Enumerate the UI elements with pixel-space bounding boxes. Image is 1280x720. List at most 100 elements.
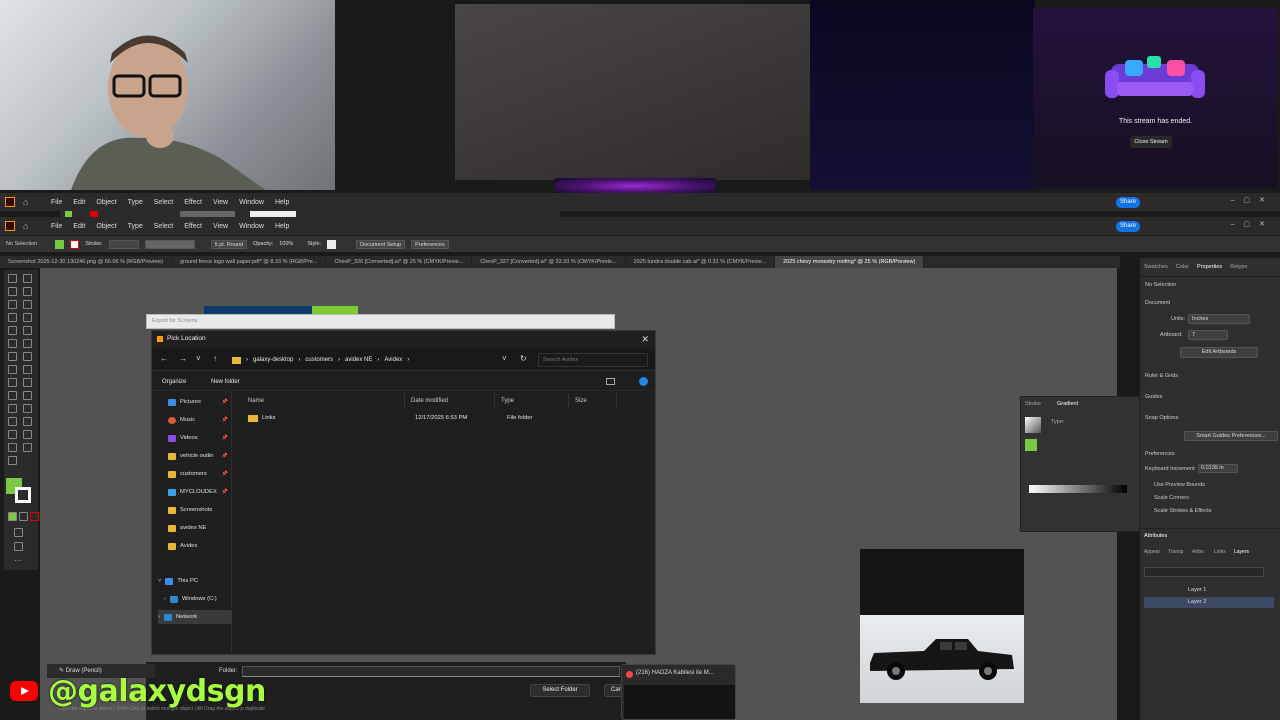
eyedropper-tool-icon[interactable]	[23, 404, 32, 413]
menu-file[interactable]: File	[51, 223, 62, 230]
organize-button[interactable]: Organize	[162, 379, 186, 385]
edit-artboards-button[interactable]: Edit Artboards	[1180, 347, 1258, 358]
up-arrow-icon[interactable]: ↑	[213, 354, 217, 363]
share-button[interactable]: Share	[1116, 197, 1140, 208]
tab-transparency[interactable]: Transp	[1168, 549, 1183, 555]
line-tool-icon[interactable]	[23, 313, 32, 322]
layer-row[interactable]: Layer 1	[1144, 585, 1274, 596]
menu-select[interactable]: Select	[154, 223, 173, 230]
folder-input[interactable]	[242, 666, 620, 677]
layer-row-selected[interactable]: Layer 2	[1144, 597, 1274, 608]
rectangle-tool-icon[interactable]	[8, 326, 17, 335]
width-tool-icon[interactable]	[23, 365, 32, 374]
close-stream-button[interactable]: Close Stream	[1130, 136, 1172, 148]
pen-tool-icon[interactable]	[8, 300, 17, 309]
tab-properties[interactable]: Properties	[1197, 264, 1222, 270]
gradient-fill-icon[interactable]	[1025, 439, 1037, 451]
nav-item-mycloudex[interactable]: MYCLOUDEX 📌	[168, 485, 230, 499]
expand-chevron-icon[interactable]: ›	[158, 614, 160, 620]
column-type[interactable]: Type	[495, 393, 569, 409]
paintbrush-tool-icon[interactable]	[23, 326, 32, 335]
smart-guides-button[interactable]: Smart Guides Preferences...	[1184, 431, 1278, 441]
menu-edit[interactable]: Edit	[73, 223, 85, 230]
document-tab[interactable]: 2025 tundra double cab.ai* @ 0.31 % (CMY…	[626, 256, 776, 268]
variable-width-profile[interactable]	[144, 239, 195, 249]
breadcrumb-item[interactable]: customers	[305, 357, 333, 363]
column-size[interactable]: Size	[569, 393, 617, 409]
scale-tool-icon[interactable]	[8, 365, 17, 374]
zoom-tool-icon[interactable]	[8, 456, 17, 465]
nav-item-screenshots[interactable]: Screenshots	[168, 503, 230, 517]
forward-arrow-icon[interactable]: →	[179, 354, 187, 363]
stroke-weight-field[interactable]	[108, 239, 139, 249]
tab-artboards[interactable]: Artbo	[1192, 549, 1204, 555]
preferences-button[interactable]: Preferences	[411, 239, 449, 249]
pencil-tool-icon[interactable]	[23, 339, 32, 348]
select-folder-button[interactable]: Select Folder	[530, 684, 590, 697]
nav-item-pictures[interactable]: Pictures 📌	[168, 395, 230, 409]
nav-item-this-pc[interactable]: ˅ This PC	[158, 574, 220, 588]
nav-item-videos[interactable]: Videos 📌	[168, 431, 230, 445]
nav-item-customers[interactable]: customers 📌	[168, 467, 230, 481]
tab-color[interactable]: Color	[1176, 264, 1189, 270]
tab-links[interactable]: Links	[1214, 549, 1226, 555]
tab-swatches[interactable]: Swatches	[1144, 264, 1168, 270]
menu-window[interactable]: Window	[239, 199, 264, 206]
view-options-icon[interactable]	[606, 378, 615, 385]
back-arrow-icon[interactable]: ←	[160, 354, 168, 363]
menu-object[interactable]: Object	[96, 199, 116, 206]
nav-item-windows-drive[interactable]: › Windows (C:)	[164, 592, 234, 606]
blend-tool-icon[interactable]	[8, 417, 17, 426]
tab-retype[interactable]: Retype	[1230, 264, 1247, 270]
selection-tool-icon[interactable]	[8, 274, 17, 283]
menu-type[interactable]: Type	[128, 223, 143, 230]
document-tab[interactable]: ChevP_327 [Converted].ai* @ 33.33 % (CMY…	[472, 256, 626, 268]
mesh-tool-icon[interactable]	[23, 391, 32, 400]
menu-help[interactable]: Help	[275, 223, 289, 230]
nav-item-vehicle-outlin[interactable]: vehicle outlin 📌	[168, 449, 230, 463]
nav-item-music[interactable]: Music 📌	[168, 413, 230, 427]
type-tool-icon[interactable]	[8, 313, 17, 322]
column-name[interactable]: Name	[242, 393, 405, 409]
tab-layers[interactable]: Layers	[1234, 549, 1249, 555]
gradient-slider[interactable]	[1029, 485, 1127, 493]
stroke-swatch[interactable]	[70, 239, 80, 249]
rotate-tool-icon[interactable]	[23, 352, 32, 361]
keyboard-increment-field[interactable]: 0.0139 in	[1198, 464, 1238, 473]
column-date-modified[interactable]: Date modified	[405, 393, 495, 409]
document-tab[interactable]: Screenshot 2025-12-30 130246.png @ 66.06…	[0, 256, 173, 268]
units-dropdown[interactable]: Inches	[1188, 314, 1250, 324]
tab-appearance[interactable]: Appear	[1144, 549, 1160, 555]
expand-chevron-icon[interactable]: ›	[164, 596, 166, 602]
slice-tool-icon[interactable]	[8, 443, 17, 452]
breadcrumb-item[interactable]: Avidex	[384, 357, 402, 363]
menu-view[interactable]: View	[213, 199, 228, 206]
window-controls[interactable]: –▢✕	[1231, 220, 1274, 228]
curvature-tool-icon[interactable]	[23, 300, 32, 309]
close-icon[interactable]: ✕	[641, 333, 649, 345]
artboard-tool-icon[interactable]	[23, 430, 32, 439]
opacity-value[interactable]: 100%	[279, 241, 293, 247]
draw-mode-icon[interactable]	[14, 528, 23, 537]
document-setup-button[interactable]: Document Setup	[356, 239, 406, 249]
breadcrumb-item[interactable]: galaxy-desktop	[253, 357, 293, 363]
menu-file[interactable]: File	[51, 199, 62, 206]
color-mode-icon[interactable]	[8, 512, 17, 521]
document-tab-active[interactable]: 2025 chevy monestry roofing* @ 25 % (RGB…	[775, 256, 925, 268]
gradient-mode-icon[interactable]	[19, 512, 28, 521]
symbol-sprayer-tool-icon[interactable]	[23, 417, 32, 426]
tab-gradient[interactable]: Gradient	[1057, 401, 1078, 407]
share-button[interactable]: Share	[1116, 221, 1140, 232]
menu-view[interactable]: View	[213, 223, 228, 230]
nav-item-avidex-ne[interactable]: avidex NE	[168, 521, 230, 535]
direct-selection-tool-icon[interactable]	[23, 274, 32, 283]
use-preview-bounds-checkbox[interactable]: Use Preview Bounds	[1154, 482, 1205, 488]
window-controls[interactable]: –▢✕	[1231, 196, 1274, 204]
menu-type[interactable]: Type	[128, 199, 143, 206]
menu-edit[interactable]: Edit	[73, 199, 85, 206]
more-tools-icon[interactable]: ···	[14, 556, 22, 565]
menu-object[interactable]: Object	[96, 223, 116, 230]
column-graph-tool-icon[interactable]	[8, 430, 17, 439]
home-icon[interactable]: ⌂	[23, 221, 33, 231]
layers-search-input[interactable]	[1144, 567, 1264, 577]
